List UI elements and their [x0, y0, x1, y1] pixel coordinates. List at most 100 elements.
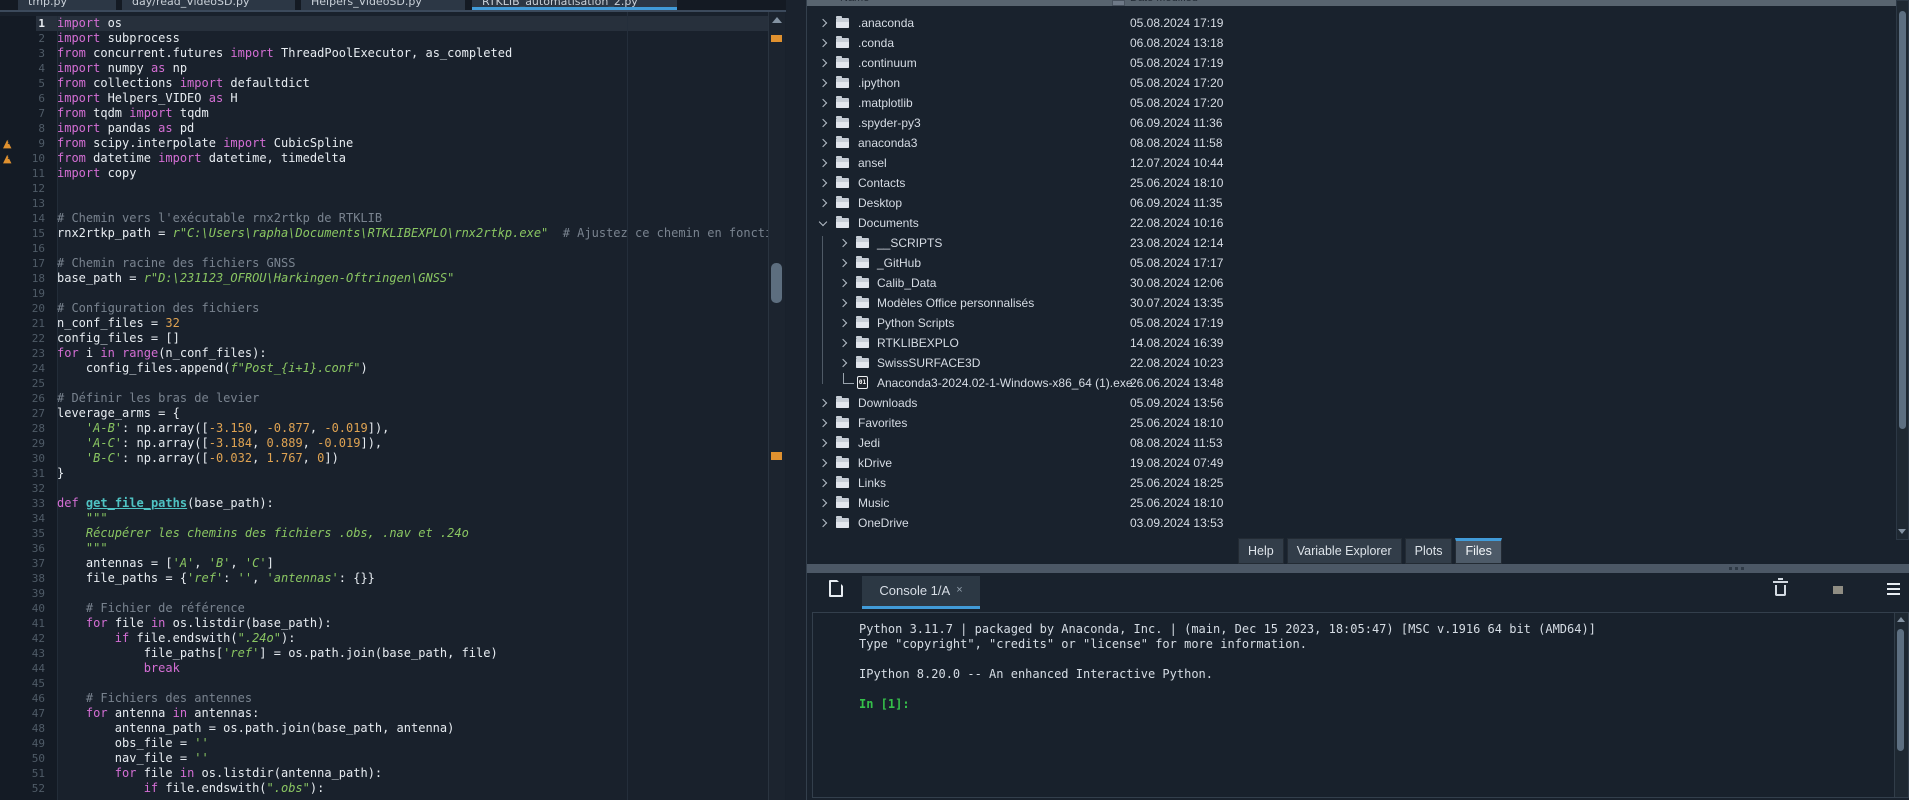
chevron-right-icon[interactable]	[819, 179, 827, 187]
gutter-line[interactable]: 51	[0, 766, 57, 781]
gutter-line[interactable]: 39	[0, 586, 57, 601]
chevron-down-icon[interactable]	[819, 218, 827, 226]
gutter-line[interactable]: 16	[0, 241, 57, 256]
code-line[interactable]: """	[57, 541, 768, 556]
code-line[interactable]: # Configuration des fichiers	[57, 301, 768, 316]
file-row[interactable]: Documents22.08.2024 10:16	[807, 213, 1895, 233]
chevron-right-icon[interactable]	[839, 239, 847, 247]
code-line[interactable]: # Chemin racine des fichiers GNSS	[57, 256, 768, 271]
console-body[interactable]: Python 3.11.7 | packaged by Anaconda, In…	[812, 612, 1909, 798]
file-row[interactable]: .ipython05.08.2024 17:20	[807, 73, 1895, 93]
chevron-right-icon[interactable]	[819, 39, 827, 47]
file-row[interactable]: .continuum05.08.2024 17:19	[807, 53, 1895, 73]
code-line[interactable]: import copy	[57, 166, 768, 181]
gutter-line[interactable]: 6	[0, 91, 57, 106]
gutter-line[interactable]: 48	[0, 721, 57, 736]
gutter-line[interactable]: 32	[0, 481, 57, 496]
chevron-right-icon[interactable]	[819, 19, 827, 27]
code-line[interactable]: rnx2rtkp_path = r"C:\Users\rapha\Documen…	[57, 226, 768, 241]
chevron-right-icon[interactable]	[839, 299, 847, 307]
gutter-line[interactable]: 44	[0, 661, 57, 676]
code-line[interactable]	[57, 376, 768, 391]
gutter-line[interactable]: 20	[0, 301, 57, 316]
gutter-line[interactable]: 49	[0, 736, 57, 751]
gutter-line[interactable]: 8	[0, 121, 57, 136]
gutter-line[interactable]: 24	[0, 361, 57, 376]
code-line[interactable]: import pandas as pd	[57, 121, 768, 136]
chevron-right-icon[interactable]	[819, 199, 827, 207]
gutter-line[interactable]: 1	[0, 16, 57, 31]
gutter-line[interactable]: 11	[0, 166, 57, 181]
code-line[interactable]: config_files.append(f"Post_{i+1}.conf")	[57, 361, 768, 376]
gutter-line[interactable]: 30	[0, 451, 57, 466]
code-line[interactable]: file_paths['ref'] = os.path.join(base_pa…	[57, 646, 768, 661]
code-line[interactable]: file_paths = {'ref': '', 'antennas': {}}	[57, 571, 768, 586]
console-scrollbar[interactable]	[1894, 613, 1908, 797]
gutter-line[interactable]: 4	[0, 61, 57, 76]
code-line[interactable]	[57, 181, 768, 196]
gutter-line[interactable]: 18	[0, 271, 57, 286]
gutter-line[interactable]: 33	[0, 496, 57, 511]
gutter-line[interactable]: 27	[0, 406, 57, 421]
file-row[interactable]: 01Anaconda3-2024.02-1-Windows-x86_64 (1)…	[807, 373, 1895, 393]
new-console-icon[interactable]	[829, 580, 843, 597]
chevron-right-icon[interactable]	[839, 279, 847, 287]
code-line[interactable]: nav_file = ''	[57, 751, 768, 766]
code-line[interactable]: # Chemin vers l'exécutable rnx2rtkp de R…	[57, 211, 768, 226]
scrollbar-thumb[interactable]	[1897, 629, 1904, 751]
file-row[interactable]: OneDrive03.09.2024 13:53	[807, 513, 1895, 533]
gutter-line[interactable]: 29	[0, 436, 57, 451]
gutter-line[interactable]: 37	[0, 556, 57, 571]
code-line[interactable]: def get_file_paths(base_path):	[57, 496, 768, 511]
gutter-line[interactable]: 41	[0, 616, 57, 631]
code-line[interactable]: from tqdm import tqdm	[57, 106, 768, 121]
scrollbar-thumb[interactable]	[1899, 11, 1906, 429]
gutter-line[interactable]: 23	[0, 346, 57, 361]
gutter-line[interactable]: 52	[0, 781, 57, 796]
code-line[interactable]: }	[57, 466, 768, 481]
gutter-line[interactable]: 34	[0, 511, 57, 526]
code-line[interactable]: from scipy.interpolate import CubicSplin…	[57, 136, 768, 151]
console-tab[interactable]: Console 1/A×	[862, 576, 980, 609]
gutter-line[interactable]: 15	[0, 226, 57, 241]
code-line[interactable]: if file.endswith(".24o"):	[57, 631, 768, 646]
files-scrollbar[interactable]	[1896, 0, 1909, 540]
code-line[interactable]: obs_file = ''	[57, 736, 768, 751]
code-line[interactable]: if file.endswith(".obs"):	[57, 781, 768, 796]
chevron-right-icon[interactable]	[819, 419, 827, 427]
file-row[interactable]: Favorites25.06.2024 18:10	[807, 413, 1895, 433]
code-line[interactable]: 'A-C': np.array([-3.184, 0.889, -0.019])…	[57, 436, 768, 451]
gutter-line[interactable]: 2	[0, 31, 57, 46]
file-row[interactable]: kDrive19.08.2024 07:49	[807, 453, 1895, 473]
close-icon[interactable]: ×	[956, 584, 962, 596]
code-line[interactable]: for file in os.listdir(antenna_path):	[57, 766, 768, 781]
gutter-line[interactable]: 17	[0, 256, 57, 271]
code-line[interactable]: n_conf_files = 32	[57, 316, 768, 331]
code-line[interactable]: base_path = r"D:\231123_OFROU\Harkingen-…	[57, 271, 768, 286]
file-row[interactable]: Python Scripts05.08.2024 17:19	[807, 313, 1895, 333]
file-row[interactable]: .matplotlib05.08.2024 17:20	[807, 93, 1895, 113]
chevron-right-icon[interactable]	[819, 519, 827, 527]
horizontal-splitter[interactable]	[807, 564, 1909, 573]
file-row[interactable]: Music25.06.2024 18:10	[807, 493, 1895, 513]
code-line[interactable]: import subprocess	[57, 31, 768, 46]
gutter-line[interactable]: 40	[0, 601, 57, 616]
gutter-line[interactable]: 42	[0, 631, 57, 646]
code-line[interactable]: """	[57, 511, 768, 526]
gutter-line[interactable]: 38	[0, 571, 57, 586]
trash-icon[interactable]	[1775, 585, 1786, 596]
gutter-line[interactable]: 21	[0, 316, 57, 331]
code-area[interactable]: import osimport subprocessfrom concurren…	[57, 16, 768, 800]
code-line[interactable]	[57, 586, 768, 601]
gutter-line[interactable]: ▲9	[0, 136, 57, 151]
file-row[interactable]: .conda06.08.2024 13:18	[807, 33, 1895, 53]
gutter-line[interactable]: 36	[0, 541, 57, 556]
gutter-line[interactable]: 26	[0, 391, 57, 406]
chevron-right-icon[interactable]	[819, 99, 827, 107]
code-line[interactable]: antenna_path = os.path.join(base_path, a…	[57, 721, 768, 736]
scrollbar-thumb[interactable]	[771, 263, 782, 303]
code-line[interactable]: 'B-C': np.array([-0.032, 1.767, 0])	[57, 451, 768, 466]
chevron-right-icon[interactable]	[819, 399, 827, 407]
tab-variable-explorer[interactable]: Variable Explorer	[1287, 538, 1402, 564]
chevron-right-icon[interactable]	[839, 359, 847, 367]
